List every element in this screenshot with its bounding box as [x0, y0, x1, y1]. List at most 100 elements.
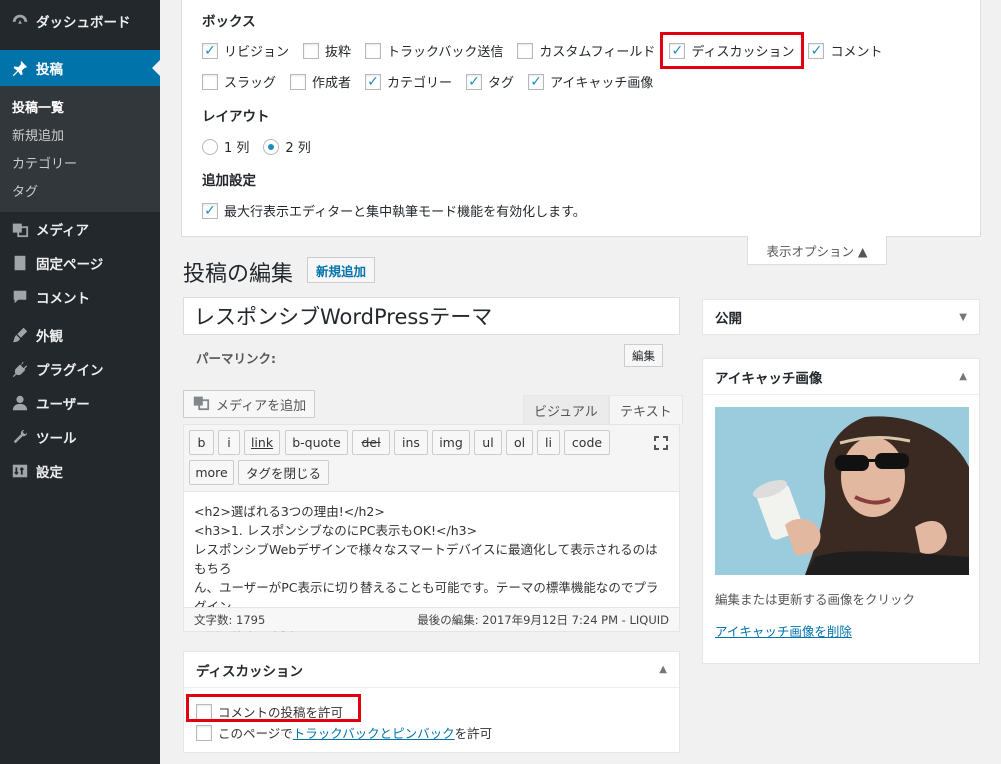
checkbox-tags[interactable]: ✓ タグ [466, 72, 514, 91]
additional-heading: 追加設定 [202, 173, 256, 189]
trackbacks-prefix: このページで [218, 726, 293, 741]
checkbox-featured-image[interactable]: ✓ アイキャッチ画像 [528, 72, 653, 91]
nav-plugins[interactable]: プラグイン [0, 352, 160, 386]
nav-tools-label: ツール [36, 431, 77, 447]
checkbox-dfw[interactable]: ✓ 最大行表示エディターと集中執筆モード機能を有効化します。 [202, 201, 586, 220]
checkbox-comments[interactable]: ✓ コメント [808, 41, 882, 60]
qt-link[interactable]: link [244, 430, 280, 455]
featured-image-header[interactable]: アイキャッチ画像 ▲ [703, 359, 979, 395]
qt-more[interactable]: more [189, 460, 234, 485]
publish-header[interactable]: 公開 ▼ [703, 300, 979, 334]
radio-2-columns-label: 2 列 [285, 141, 311, 156]
checkbox-slug[interactable]: スラッグ [202, 72, 276, 91]
checkbox-author-box[interactable] [290, 73, 307, 90]
checkbox-tags-box[interactable]: ✓ [466, 73, 483, 90]
checkbox-categories[interactable]: ✓ カテゴリー [365, 72, 452, 91]
allow-trackbacks-row[interactable]: このページで トラックバックとピンバック を許可 [196, 723, 492, 742]
nav-users[interactable]: ユーザー [0, 386, 160, 420]
checkbox-trackbacks-box[interactable] [365, 42, 382, 59]
allow-comments-checkbox[interactable] [196, 703, 212, 720]
media-icon [10, 219, 30, 239]
checkbox-featured-image-box[interactable]: ✓ [528, 73, 545, 90]
add-media-button[interactable]: メディアを追加 [183, 390, 316, 418]
tab-text[interactable]: テキスト [609, 395, 683, 425]
checkbox-dfw-label: 最大行表示エディターと集中執筆モード機能を有効化します。 [224, 205, 586, 220]
featured-image-thumbnail[interactable] [715, 407, 969, 575]
checkbox-excerpt-box[interactable] [303, 42, 320, 59]
word-count: 文字数: 1795 [194, 612, 266, 627]
add-new-button[interactable]: 新規追加 [307, 257, 376, 283]
submenu-categories[interactable]: カテゴリー [0, 148, 160, 176]
expand-icon[interactable] [653, 435, 669, 451]
qt-italic[interactable]: i [218, 430, 240, 455]
radio-2-columns-circle[interactable] [263, 138, 280, 155]
submenu-tags[interactable]: タグ [0, 176, 160, 204]
qt-bold[interactable]: b [189, 430, 214, 455]
submenu-all-posts[interactable]: 投稿一覧 [0, 92, 160, 120]
brush-icon [10, 325, 30, 345]
collapse-arrow-icon[interactable]: ▲ [659, 664, 667, 675]
radio-2-columns[interactable]: 2 列 [263, 137, 311, 156]
layout-heading: レイアウト [202, 109, 270, 125]
add-media-label: メディアを追加 [216, 398, 307, 414]
checkbox-slug-label: スラッグ [224, 76, 277, 91]
user-icon [10, 393, 30, 413]
qt-li[interactable]: li [537, 430, 560, 455]
checkbox-dfw-box[interactable]: ✓ [202, 202, 218, 219]
checkbox-discussion-box[interactable]: ✓ [669, 42, 686, 59]
pin-icon [10, 58, 30, 78]
trackbacks-link[interactable]: トラックバックとピンバック [293, 723, 455, 742]
checkbox-slug-box[interactable] [202, 73, 218, 90]
checkbox-custom-fields-label: カスタムフィールド [539, 45, 656, 60]
submenu-add-new[interactable]: 新規追加 [0, 120, 160, 148]
allow-comments-row[interactable]: コメントの投稿を許可 [196, 702, 343, 721]
checkbox-comments-box[interactable]: ✓ [808, 42, 825, 59]
nav-comments[interactable]: コメント [0, 280, 160, 314]
qt-ol[interactable]: ol [506, 430, 533, 455]
qt-ins[interactable]: ins [394, 430, 428, 455]
post-title-input[interactable]: レスポンシブWordPressテーマ [183, 297, 680, 335]
nav-settings[interactable]: 設定 [0, 454, 160, 488]
checkbox-trackbacks[interactable]: トラックバック送信 [365, 41, 503, 60]
checkbox-author[interactable]: 作成者 [290, 72, 351, 91]
settings-icon [10, 461, 30, 481]
discussion-metabox: ディスカッション ▲ コメントの投稿を許可 このページで トラックバックとピンバッ… [183, 651, 680, 753]
qt-img[interactable]: img [432, 430, 470, 455]
qt-code[interactable]: code [564, 430, 610, 455]
checkbox-revisions[interactable]: ✓ リビジョン [202, 41, 289, 60]
checkbox-categories-box[interactable]: ✓ [365, 73, 382, 90]
radio-1-column-circle[interactable] [202, 138, 218, 155]
nav-plugins-label: プラグイン [36, 363, 104, 379]
qt-blockquote[interactable]: b-quote [285, 430, 348, 455]
checkbox-custom-fields[interactable]: カスタムフィールド [517, 41, 655, 60]
boxes-row-1: ✓ リビジョン 抜粋 トラックバック送信 カスタムフィールド ✓ ディスカッション … [202, 41, 896, 60]
nav-dashboard[interactable]: ダッシュボード [0, 4, 160, 38]
nav-appearance[interactable]: 外観 [0, 318, 160, 352]
nav-dashboard-label: ダッシュボード [36, 15, 131, 31]
allow-trackbacks-checkbox[interactable] [196, 724, 212, 741]
content-line: <h2>選ばれる3つの理由!</h2> [194, 504, 385, 519]
discussion-header[interactable]: ディスカッション ▲ [184, 652, 679, 688]
qt-close-tags[interactable]: タグを閉じる [238, 460, 329, 485]
qt-del[interactable]: del [352, 430, 390, 455]
publish-title: 公開 [715, 311, 742, 327]
nav-pages[interactable]: 固定ページ [0, 246, 160, 280]
checkbox-revisions-box[interactable]: ✓ [202, 42, 218, 59]
checkbox-custom-fields-box[interactable] [517, 42, 534, 59]
tab-visual[interactable]: ビジュアル [523, 395, 609, 425]
nav-tools[interactable]: ツール [0, 420, 160, 454]
screen-options-toggle[interactable]: 表示オプション ▲ [747, 236, 887, 265]
remove-featured-image-link[interactable]: アイキャッチ画像を削除 [715, 621, 852, 640]
allow-comments-label: コメントの投稿を許可 [218, 705, 344, 720]
checkbox-comments-label: コメント [830, 45, 883, 60]
checkbox-discussion[interactable]: ✓ ディスカッション [669, 41, 794, 60]
collapse-arrow-icon[interactable]: ▲ [959, 371, 967, 382]
boxes-row-2: スラッグ 作成者 ✓ カテゴリー ✓ タグ ✓ アイキャッチ画像 [202, 72, 667, 91]
radio-1-column[interactable]: 1 列 [202, 137, 249, 156]
permalink-edit-button[interactable]: 編集 [624, 344, 663, 367]
expand-arrow-icon[interactable]: ▼ [959, 312, 967, 323]
qt-ul[interactable]: ul [474, 430, 502, 455]
nav-media[interactable]: メディア [0, 212, 160, 246]
checkbox-excerpt[interactable]: 抜粋 [303, 41, 351, 60]
nav-posts[interactable]: 投稿 [0, 50, 160, 86]
